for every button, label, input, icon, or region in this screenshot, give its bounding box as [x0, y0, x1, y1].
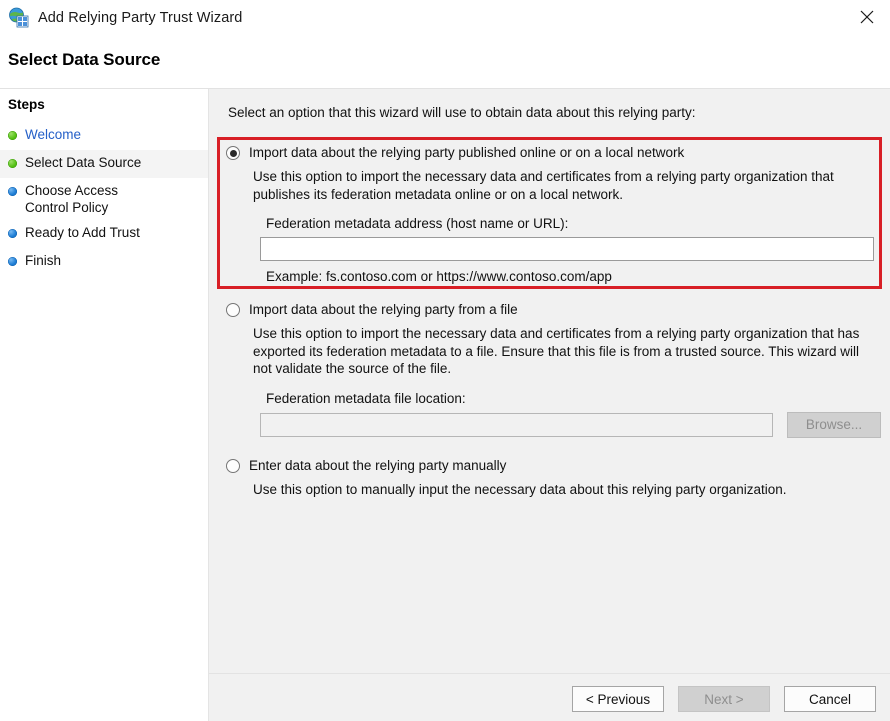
browse-button[interactable]: Browse... [787, 411, 881, 438]
metadata-address-input[interactable] [260, 237, 874, 261]
step-bullet-done-icon [8, 159, 17, 168]
radio-import-online[interactable] [226, 146, 240, 160]
page-title: Select Data Source [8, 50, 161, 69]
sidebar-item-label: Welcome [25, 127, 82, 142]
step-bullet-pending-icon [8, 187, 17, 196]
step-bullet-done-icon [8, 131, 17, 140]
option-description: Use this option to manually input the ne… [253, 482, 787, 497]
content-panel: Select an option that this wizard will u… [209, 89, 890, 673]
option-import-online: Import data about the relying party publ… [209, 145, 890, 284]
sidebar-item-label: Finish [25, 253, 62, 268]
relying-party-trust-icon [8, 7, 30, 29]
radio-import-file[interactable] [226, 303, 240, 317]
steps-list: Welcome Select Data Source Choose Access… [0, 122, 208, 276]
window-title: Add Relying Party Trust Wizard [38, 10, 243, 26]
next-button[interactable]: Next > [678, 686, 770, 712]
sidebar-item-label: Ready to Add Trust [25, 225, 140, 240]
cancel-button[interactable]: Cancel [784, 686, 876, 712]
intro-text: Select an option that this wizard will u… [228, 105, 696, 120]
option-description: Use this option to import the necessary … [253, 169, 834, 202]
title-bar: Add Relying Party Trust Wizard [0, 0, 890, 36]
sidebar-item-label: Choose Access Control Policy [25, 183, 119, 215]
option-title: Import data about the relying party from… [249, 302, 518, 317]
radio-manual-entry[interactable] [226, 459, 240, 473]
sidebar-item-choose-access-control-policy[interactable]: Choose Access Control Policy [0, 178, 208, 220]
metadata-file-input[interactable] [260, 412, 773, 437]
option-import-file: Import data about the relying party from… [209, 302, 890, 438]
sidebar-item-select-data-source[interactable]: Select Data Source [0, 150, 208, 178]
sidebar-item-welcome[interactable]: Welcome [0, 122, 208, 150]
steps-sidebar: Steps Welcome Select Data Source Choose … [0, 89, 208, 721]
metadata-address-label: Federation metadata address (host name o… [266, 216, 569, 231]
step-bullet-pending-icon [8, 229, 17, 238]
close-icon[interactable] [844, 0, 890, 34]
step-bullet-pending-icon [8, 257, 17, 266]
option-title: Import data about the relying party publ… [249, 145, 685, 160]
sidebar-item-finish[interactable]: Finish [0, 248, 208, 276]
sidebar-item-ready-to-add-trust[interactable]: Ready to Add Trust [0, 220, 208, 248]
footer-bar: < Previous Next > Cancel [209, 674, 890, 721]
steps-heading: Steps [8, 97, 45, 112]
option-description: Use this option to import the necessary … [253, 326, 860, 376]
metadata-file-label: Federation metadata file location: [266, 390, 466, 406]
metadata-address-example: Example: fs.contoso.com or https://www.c… [266, 269, 612, 284]
previous-button[interactable]: < Previous [572, 686, 664, 712]
option-manual-entry: Enter data about the relying party manua… [209, 458, 890, 499]
sidebar-item-label: Select Data Source [25, 155, 142, 170]
option-title: Enter data about the relying party manua… [249, 458, 507, 473]
